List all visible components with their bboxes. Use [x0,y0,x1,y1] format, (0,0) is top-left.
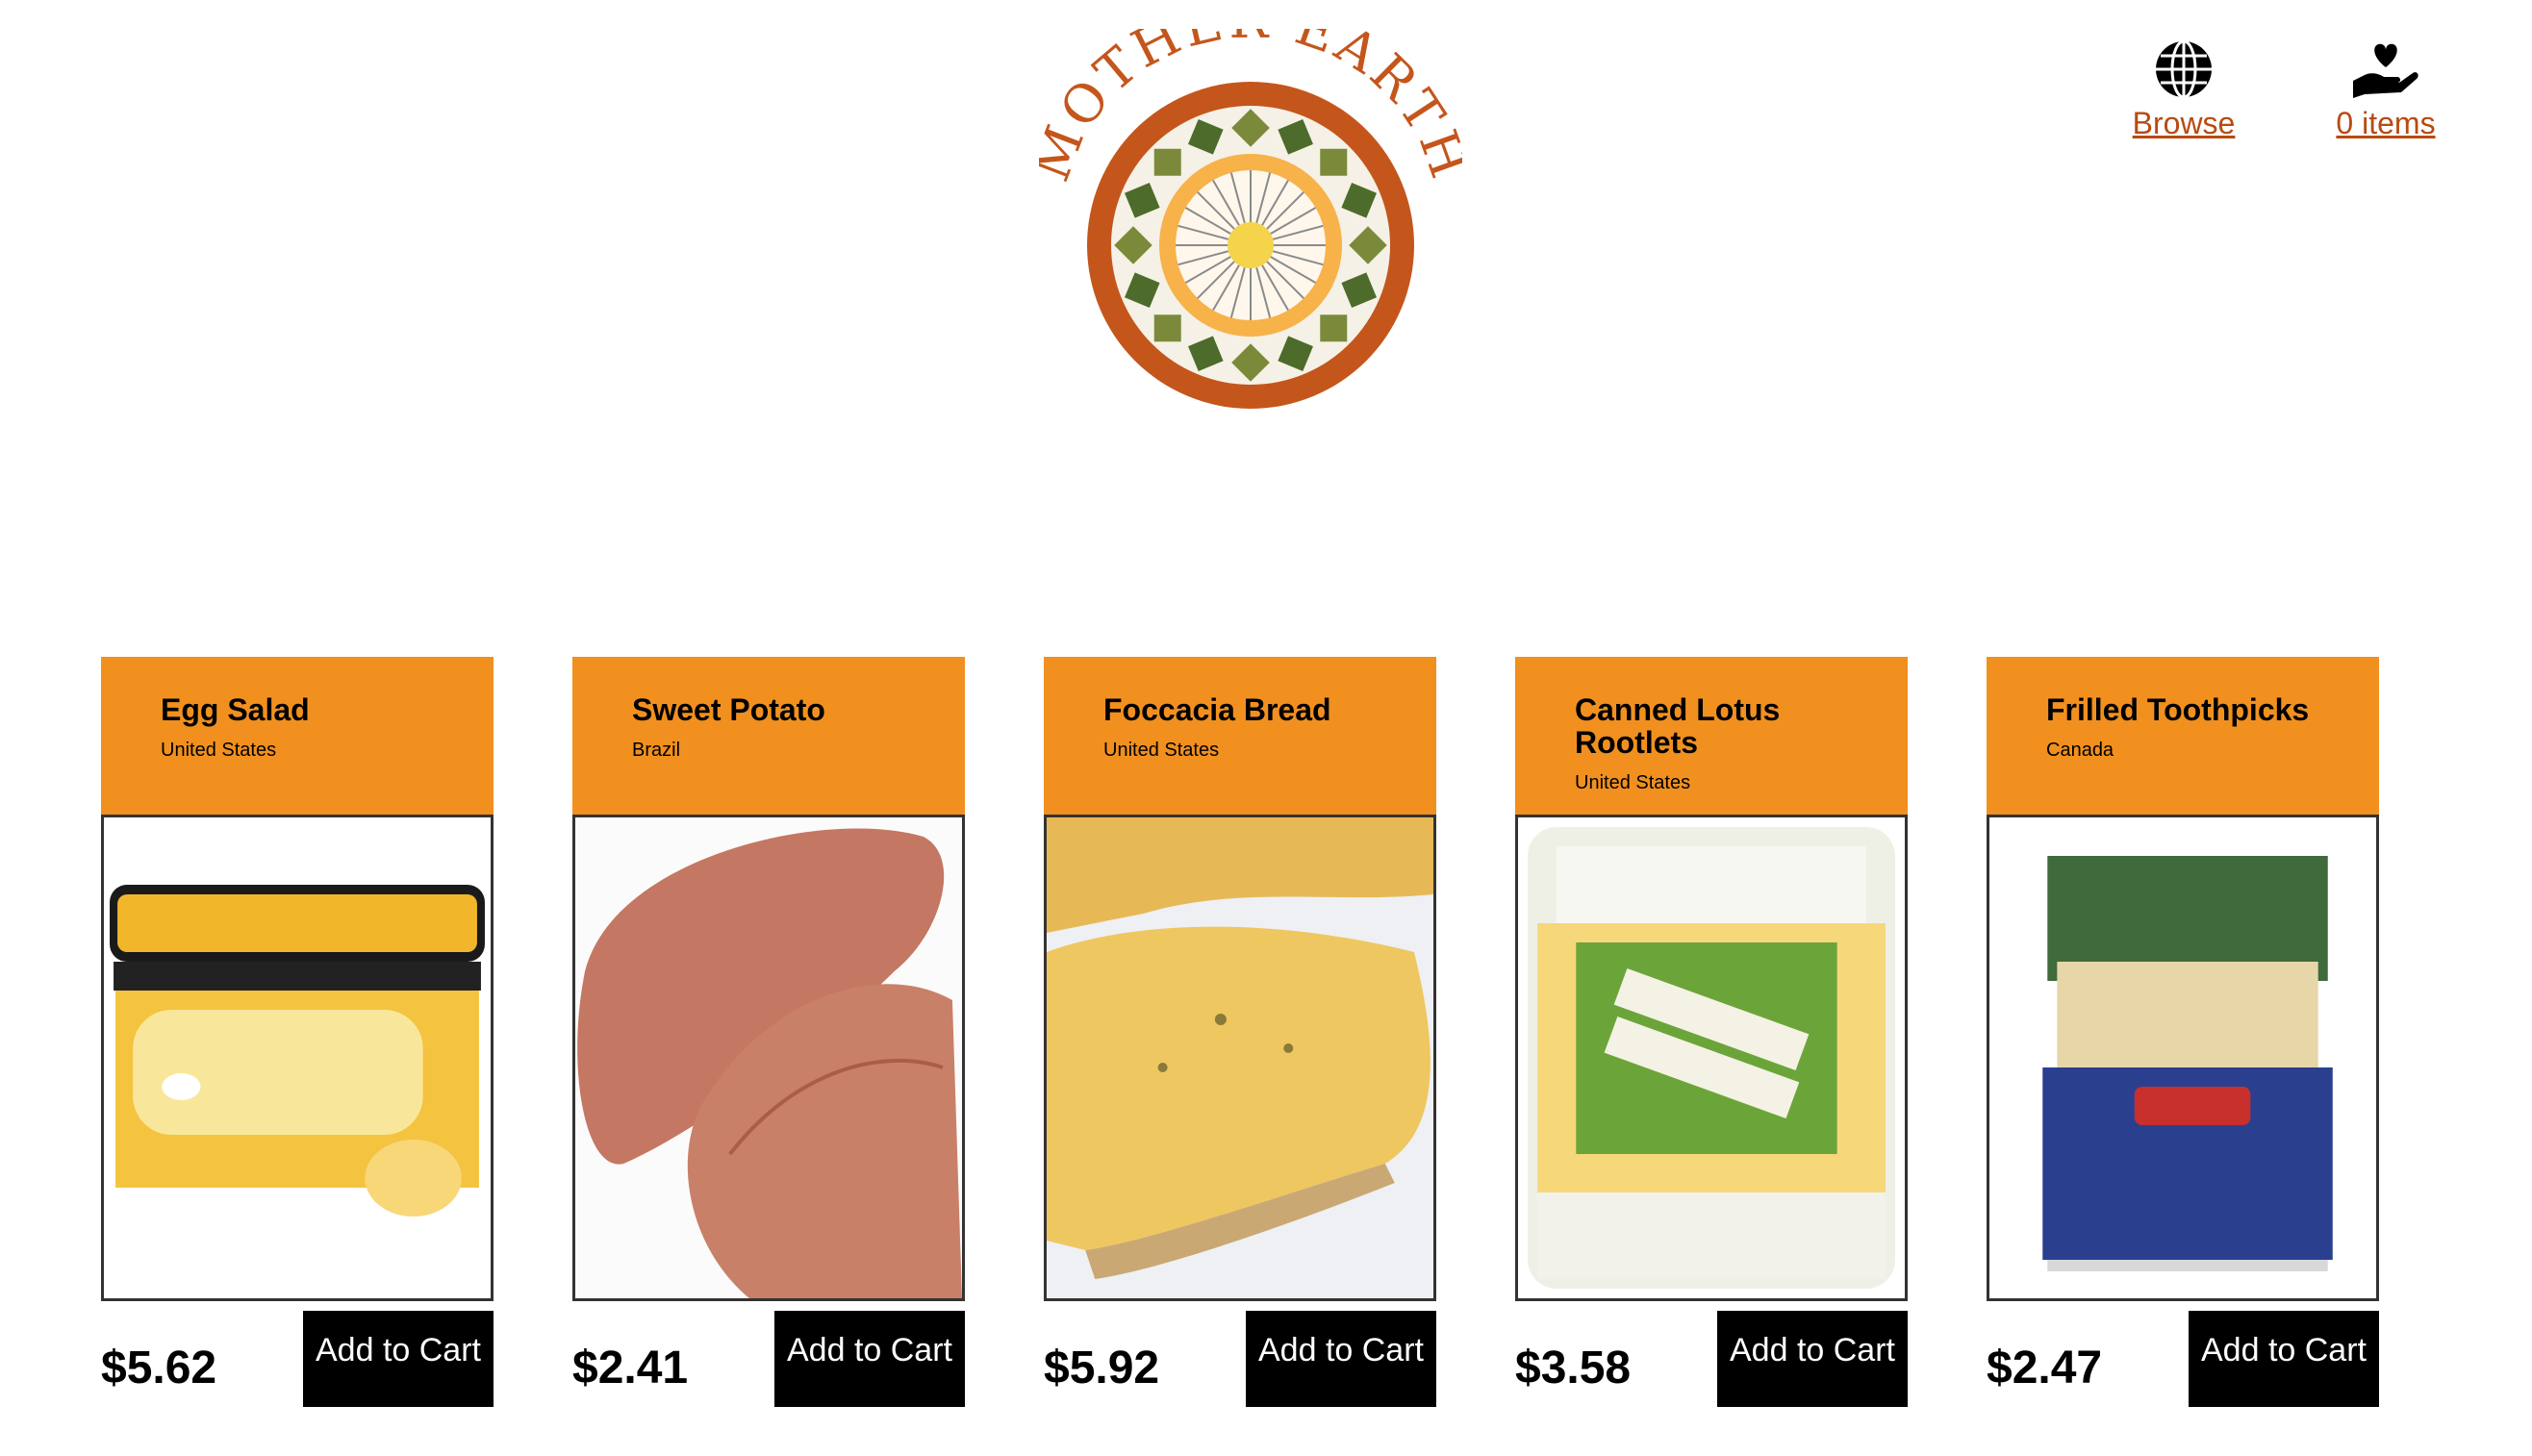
product-price: $2.47 [1987,1343,2103,1393]
product-price: $5.62 [101,1343,217,1393]
product-card: Sweet Potato Brazil $2.41 Add to Cart [572,657,965,1407]
card-header: Frilled Toothpicks Canada [1987,657,2379,815]
product-image[interactable] [1044,815,1436,1301]
add-to-cart-button[interactable]: Add to Cart [303,1311,494,1407]
product-country: Canada [2046,740,2114,761]
card-header: Canned Lotus Rootlets United States [1515,657,1908,815]
product-country: Brazil [632,740,681,761]
product-country: United States [1103,740,1220,761]
cart-nav[interactable]: 0 items [2304,38,2468,141]
heart-hand-icon [2353,43,2418,98]
product-name: Egg Salad [161,692,310,727]
product-name: Sweet Potato [632,692,825,727]
product-grid: Egg Salad United States $5.62 Add to Car… [101,657,2448,1407]
product-image[interactable] [101,815,494,1301]
product-image[interactable] [1987,815,2379,1301]
product-country: United States [1575,772,1691,793]
browse-link[interactable]: Browse [2107,106,2261,141]
browse-nav[interactable]: Browse [2107,38,2261,141]
product-price: $2.41 [572,1343,689,1393]
add-to-cart-button[interactable]: Add to Cart [2189,1311,2379,1407]
globe-icon [2156,39,2212,99]
product-card: Frilled Toothpicks Canada $2.47 Add to C… [1987,657,2379,1407]
card-header: Sweet Potato Brazil [572,657,965,815]
product-price: $3.58 [1515,1343,1632,1393]
mother-earth-logo[interactable]: MOTHER EARTH [1021,0,1477,414]
card-header: Egg Salad United States [101,657,494,815]
product-card: Egg Salad United States $5.62 Add to Car… [101,657,494,1407]
add-to-cart-button[interactable]: Add to Cart [1717,1311,1908,1407]
product-card: Foccacia Bread United States $5.92 Add t… [1044,657,1436,1407]
card-header: Foccacia Bread United States [1044,657,1436,815]
product-name: Frilled Toothpicks [2046,692,2310,727]
product-card: Canned Lotus Rootlets United States $3.5… [1515,657,1908,1407]
product-country: United States [161,740,277,761]
add-to-cart-button[interactable]: Add to Cart [774,1311,965,1407]
cart-link[interactable]: 0 items [2304,106,2468,141]
product-image[interactable] [572,815,965,1301]
product-image[interactable] [1515,815,1908,1301]
product-price: $5.92 [1044,1343,1160,1393]
product-name: Foccacia Bread [1103,692,1331,727]
product-name: Canned Lotus Rootlets [1575,692,1781,760]
add-to-cart-button[interactable]: Add to Cart [1246,1311,1436,1407]
